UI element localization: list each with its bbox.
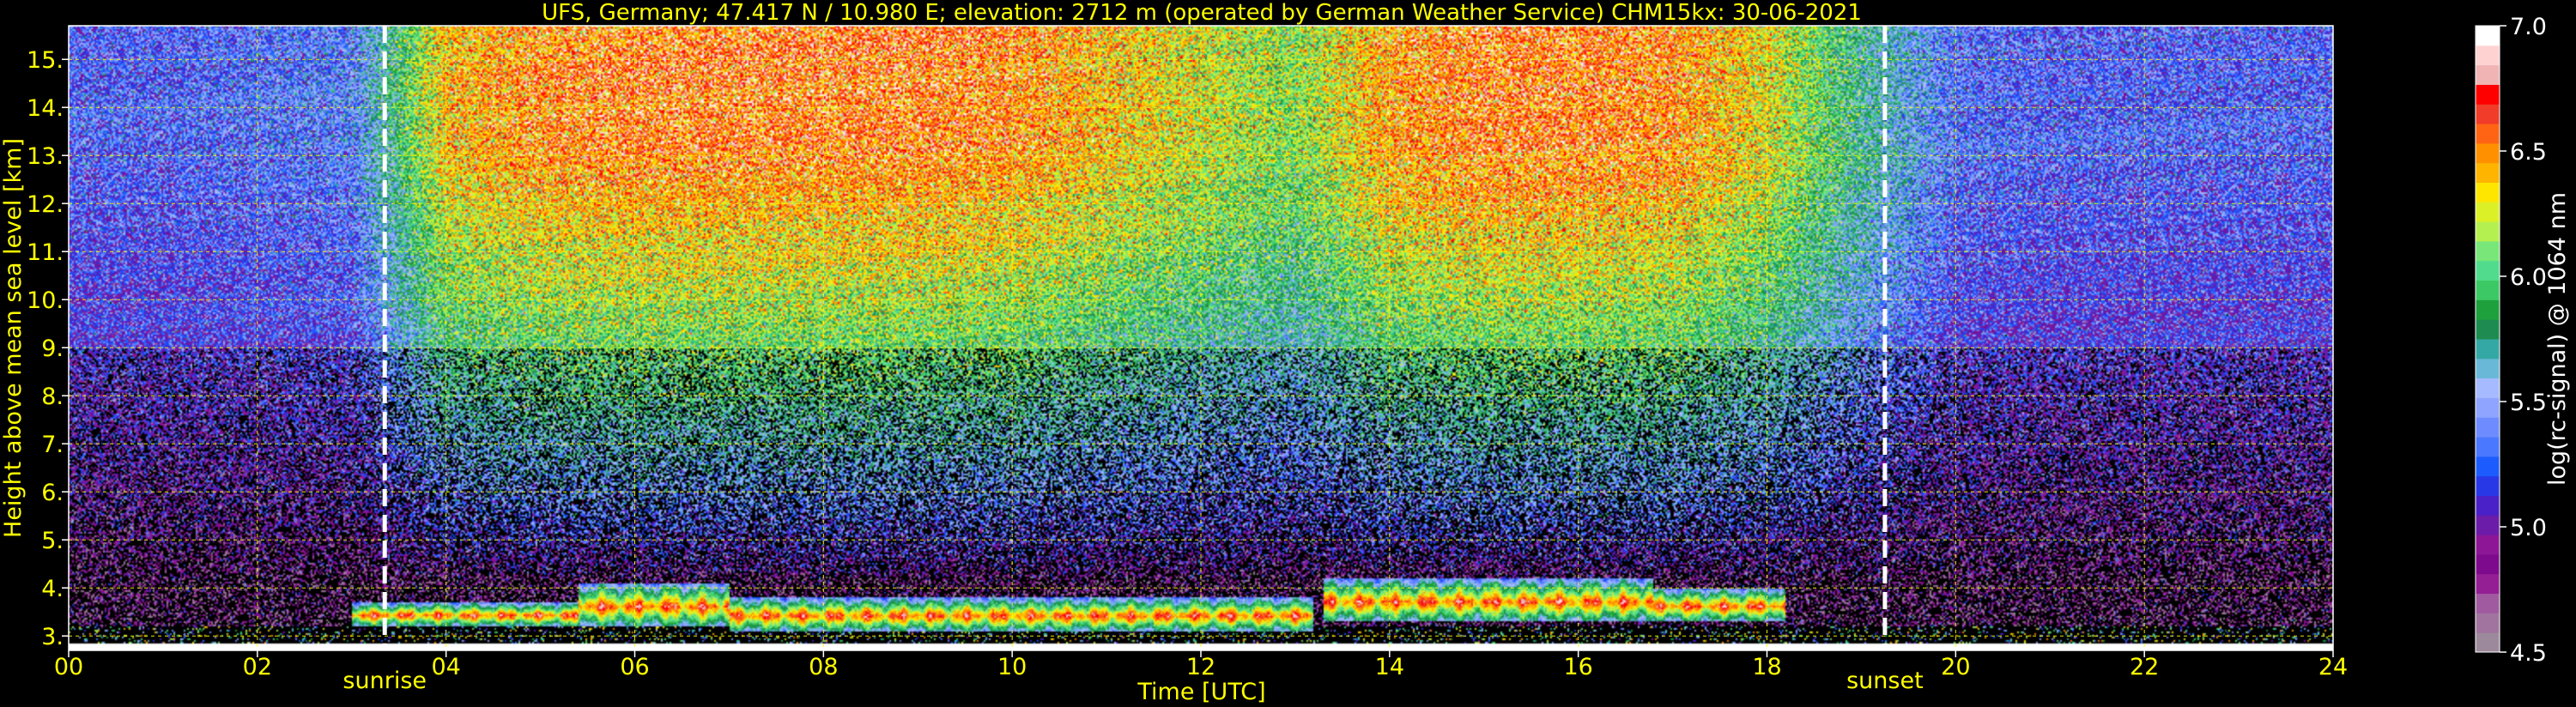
x-axis-label: Time [UTC] bbox=[1136, 679, 1265, 705]
x-tick-label: 18 bbox=[1752, 654, 1781, 680]
y-tick-label: 4. bbox=[41, 576, 64, 602]
y-tick-label: 3. bbox=[41, 624, 64, 650]
colorbar-swatch bbox=[2476, 162, 2500, 183]
colorbar-tick-label: 5.5 bbox=[2510, 390, 2547, 416]
y-tick-label: 14. bbox=[27, 95, 64, 122]
y-tick-label: 13. bbox=[27, 143, 64, 170]
colorbar-tick-label: 4.5 bbox=[2510, 640, 2547, 667]
y-tick-label: 5. bbox=[41, 528, 64, 554]
colorbar-swatch bbox=[2476, 437, 2500, 457]
y-tick-label: 11. bbox=[27, 239, 64, 266]
y-tick-label: 8. bbox=[41, 384, 64, 410]
x-tick-label: 06 bbox=[620, 654, 649, 680]
colorbar-swatch bbox=[2476, 240, 2500, 262]
colorbar-swatch bbox=[2476, 299, 2500, 320]
colorbar-swatch bbox=[2476, 535, 2500, 555]
x-tick-label: 04 bbox=[431, 654, 460, 680]
colorbar-swatch bbox=[2476, 475, 2500, 496]
colorbar-swatch bbox=[2476, 280, 2500, 300]
colorbar-swatch bbox=[2476, 417, 2500, 438]
colorbar-swatch bbox=[2476, 182, 2500, 202]
colorbar-swatch bbox=[2476, 593, 2500, 613]
y-tick-label: 15. bbox=[27, 47, 64, 74]
sunset-label: sunset bbox=[1846, 668, 1924, 694]
colorbar-swatch bbox=[2476, 339, 2500, 360]
colorbar-swatch bbox=[2476, 45, 2500, 66]
y-tick-label: 6. bbox=[41, 480, 64, 506]
colorbar-swatch bbox=[2476, 553, 2500, 575]
colorbar-swatch bbox=[2476, 221, 2500, 242]
colorbar-swatch bbox=[2476, 124, 2500, 144]
x-tick-label: 00 bbox=[54, 654, 83, 680]
colorbar-swatch bbox=[2476, 260, 2500, 281]
y-tick-label: 7. bbox=[41, 432, 64, 458]
colorbar-swatch bbox=[2476, 64, 2500, 85]
plot-area: sunrise sunset bbox=[68, 25, 2334, 694]
colorbar-swatch bbox=[2476, 84, 2500, 105]
x-tick-label: 02 bbox=[243, 654, 272, 680]
colorbar-swatch bbox=[2476, 397, 2500, 418]
x-tick-label: 22 bbox=[2130, 654, 2159, 680]
colorbar-swatch bbox=[2476, 573, 2500, 595]
x-tick-label: 24 bbox=[2318, 654, 2348, 680]
x-tick-label: 10 bbox=[997, 654, 1027, 680]
y-tick-label: 10. bbox=[27, 287, 64, 314]
x-tick-label: 12 bbox=[1186, 654, 1215, 680]
ceilometer-figure: sunrise sunset 00 02 04 06 08 10 12 14 16 18 20 22 24… bbox=[0, 0, 2576, 707]
colorbar-swatch bbox=[2476, 495, 2500, 516]
y-tick-label: 12. bbox=[27, 191, 64, 218]
y-axis-label: Height above mean sea level [km] bbox=[0, 138, 27, 538]
x-tick-label: 20 bbox=[1941, 654, 1970, 680]
colorbar-swatch bbox=[2476, 515, 2500, 535]
colorbar-swatch bbox=[2476, 456, 2500, 477]
chart-title: UFS, Germany; 47.417 N / 10.980 E; eleva… bbox=[542, 0, 1862, 26]
colorbar-label: log(rc-signal) @ 1064 nm bbox=[2544, 192, 2571, 486]
x-tick-label: 14 bbox=[1375, 654, 1404, 680]
colorbar-swatch bbox=[2476, 142, 2500, 164]
colorbar-tick-label: 5.0 bbox=[2510, 515, 2547, 541]
colorbar-swatch bbox=[2476, 202, 2500, 222]
colorbar-tick-label: 6.5 bbox=[2510, 139, 2547, 166]
x-tick-label: 16 bbox=[1563, 654, 1592, 680]
colorbar-swatch bbox=[2476, 104, 2500, 124]
colorbar-swatch bbox=[2476, 378, 2500, 398]
colorbar-swatch bbox=[2476, 632, 2500, 653]
colorbar-swatch bbox=[2476, 319, 2500, 340]
x-tick-label: 08 bbox=[809, 654, 838, 680]
colorbar-swatch bbox=[2476, 26, 2500, 46]
sunrise-label: sunrise bbox=[342, 668, 427, 694]
colorbar-tick-label: 6.0 bbox=[2510, 264, 2547, 291]
colorbar-swatch bbox=[2476, 358, 2500, 379]
colorbar-swatch bbox=[2476, 613, 2500, 633]
colorbar-tick-label: 7.0 bbox=[2510, 14, 2547, 40]
y-tick-label: 9. bbox=[41, 335, 64, 362]
